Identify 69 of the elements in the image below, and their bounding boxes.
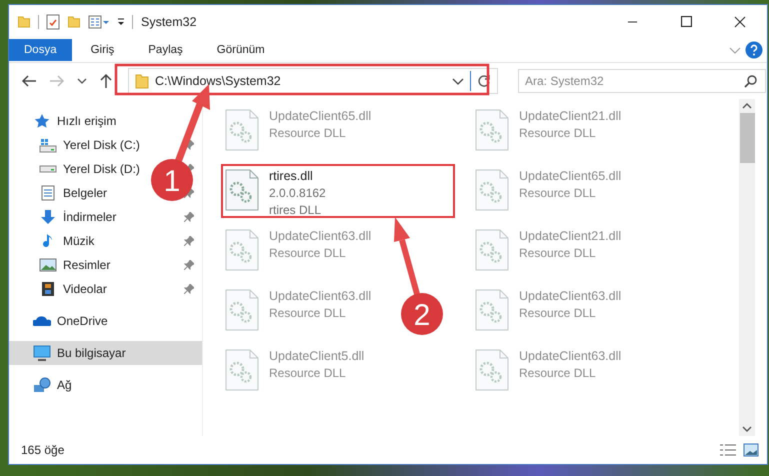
ribbon-tab[interactable]: Giriş	[76, 39, 130, 61]
ribbon-tab[interactable]: Dosya	[9, 39, 72, 61]
file-detail: Resource DLL	[519, 245, 597, 262]
pin-icon[interactable]	[184, 260, 194, 270]
item-count: 165 öğe	[21, 443, 64, 457]
properties-icon[interactable]	[46, 14, 60, 30]
sidebar-item[interactable]: OneDrive	[9, 309, 202, 333]
down-arrow-icon	[40, 209, 56, 225]
film-icon	[41, 281, 55, 297]
expand-ribbon-icon[interactable]	[729, 46, 741, 54]
sidebar-item[interactable]: Ağ	[9, 373, 202, 397]
sidebar-item[interactable]: İndirmeler	[9, 205, 120, 229]
ribbon-tab[interactable]: Görünüm	[202, 39, 280, 61]
pin-icon[interactable]	[184, 236, 194, 246]
pin-icon[interactable]	[184, 212, 194, 222]
file-detail: Resource DLL	[269, 365, 347, 382]
sidebar-item[interactable]: Yerel Disk (D:)	[9, 157, 144, 181]
new-folder-icon[interactable]	[67, 16, 81, 28]
step-badge: 1	[151, 159, 193, 201]
file-detail: rtires DLL	[269, 202, 322, 219]
sidebar-item[interactable]: Resimler	[9, 253, 114, 277]
scroll-down-icon[interactable]	[742, 426, 752, 432]
folder-icon[interactable]	[17, 16, 31, 28]
search-icon	[744, 74, 758, 88]
thumbnail-view-icon[interactable]	[743, 443, 759, 457]
sidebar-item[interactable]: Videolar	[9, 277, 111, 301]
details-view-icon[interactable]	[719, 444, 737, 456]
sidebar-item[interactable]: Hızlı erişim	[9, 109, 202, 133]
close-icon[interactable]	[734, 16, 746, 28]
scrollbar-thumb[interactable]	[740, 113, 754, 163]
monitor-icon	[33, 345, 51, 361]
network-icon	[33, 377, 51, 393]
file-detail: Resource DLL	[269, 245, 347, 262]
pin-icon[interactable]	[184, 284, 194, 294]
dropdown-icon[interactable]	[117, 18, 125, 26]
address-bar[interactable]: C:\Windows\System32	[128, 68, 498, 94]
star-icon	[33, 113, 51, 129]
sidebar-item[interactable]: Bu bilgisayar	[9, 341, 202, 365]
file-detail: Resource DLL	[519, 305, 597, 322]
file-gears-icon[interactable]	[225, 169, 259, 211]
drive-icon	[39, 165, 57, 173]
ribbon-tab[interactable]: Paylaş	[133, 39, 198, 61]
up-icon[interactable]	[99, 73, 113, 89]
file-detail: 2.0.0.8162	[269, 185, 326, 202]
search-field[interactable]: Ara: System32	[518, 69, 766, 93]
file-detail: Resource DLL	[519, 365, 597, 382]
sidebar-item[interactable]: Yerel Disk (C:)	[9, 133, 144, 157]
maximize-icon[interactable]	[680, 16, 692, 27]
recent-locations-icon[interactable]	[77, 78, 87, 84]
folder-icon	[135, 74, 149, 88]
minimize-icon[interactable]	[626, 20, 638, 22]
view-menu-icon[interactable]	[88, 14, 110, 28]
file-detail: Resource DLL	[519, 185, 597, 202]
file-detail: Resource DLL	[519, 125, 597, 142]
scroll-up-icon[interactable]	[742, 103, 752, 109]
window-title: System32	[141, 14, 197, 28]
drive-icon	[39, 138, 57, 152]
file-detail: Resource DLL	[269, 305, 347, 322]
picture-icon	[39, 258, 57, 272]
document-icon	[41, 185, 55, 201]
back-icon[interactable]	[21, 74, 37, 88]
file-detail: Resource DLL	[269, 125, 347, 142]
sidebar-item[interactable]: Belgeler	[9, 181, 112, 205]
step-badge: 2	[401, 293, 443, 335]
chevron-down-icon[interactable]	[452, 78, 464, 84]
file-name[interactable]: rtires.dll	[269, 168, 326, 185]
help-icon[interactable]	[745, 41, 763, 59]
sidebar-item[interactable]: Müzik	[9, 229, 98, 253]
music-note-icon	[43, 233, 53, 249]
